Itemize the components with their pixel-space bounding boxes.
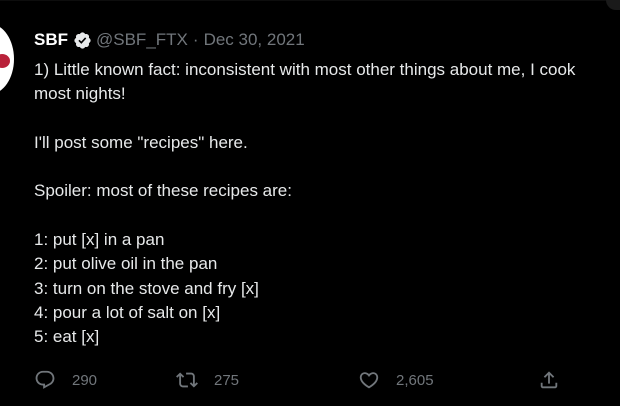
retweet-button[interactable]: 275 [176,366,239,394]
tweet-text-line: most nights! [34,84,126,104]
tweet-text-line: 2: put olive oil in the pan [34,254,218,274]
avatar-logo-mark [0,54,10,68]
corner-fragment [606,0,620,10]
tweet-text-line: 1) Little known fact: inconsistent with … [34,60,576,79]
retweet-arrows-icon [176,372,198,388]
tweet-text-line: Spoiler: most of these recipes are: [34,181,292,201]
retweet-count: 275 [214,371,240,389]
share-upload-icon [540,371,558,389]
avatar[interactable] [0,24,14,94]
like-button[interactable]: 2,605 [358,366,434,394]
verified-badge-icon [74,31,91,49]
reply-count: 290 [72,371,98,389]
top-divider [0,0,620,1]
tweet-text-line: 1: put [x] in a pan [34,230,165,250]
tweet-text-line: 3: turn on the stove and fry [x] [34,278,259,298]
user-handle[interactable]: @SBF_FTX [96,30,188,50]
reply-button[interactable]: 290 [34,366,97,394]
tweet-date[interactable]: Dec 30, 2021 [204,30,305,50]
tweet-text-line [34,107,620,131]
tweet-header: SBF @SBF_FTX · Dec 30, 2021 [34,29,305,51]
tweet-text-line: 4: pour a lot of salt on [x] [34,302,221,322]
tweet-text-line: I'll post some "recipes" here. [34,132,248,152]
tweet-text: 1) Little known fact: inconsistent with … [34,58,620,350]
heart-icon [359,372,379,389]
tweet-text-line: 5: eat [x] [34,327,100,347]
reply-bubble-icon [35,370,55,389]
tweet-text-line [34,204,620,228]
header-separator: · [192,30,199,49]
tweet-text-line [34,155,620,179]
tweet-actions: 290 275 2,605 [34,366,620,394]
share-button[interactable] [538,366,576,394]
tweet-card[interactable]: SBF @SBF_FTX · Dec 30, 2021 1) Little kn… [0,0,620,406]
display-name[interactable]: SBF [34,30,68,50]
like-count: 2,605 [396,371,434,389]
